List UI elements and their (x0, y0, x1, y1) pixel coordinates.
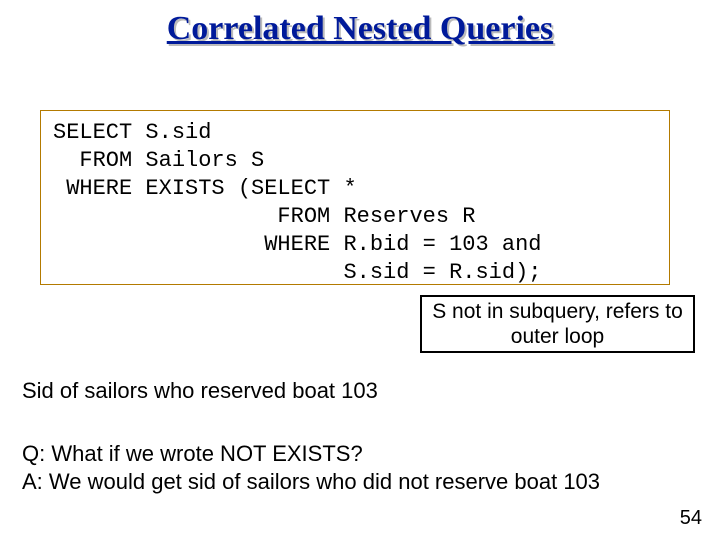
code-line-1: SELECT S.sid (53, 120, 211, 145)
callout-text: S not in subquery, refers to outer loop (428, 299, 687, 349)
code-line-4: FROM Reserves R (53, 204, 475, 229)
description-text: Sid of sailors who reserved boat 103 (22, 378, 378, 404)
question-text: Q: What if we wrote NOT EXISTS? (22, 440, 600, 468)
code-line-5: WHERE R.bid = 103 and (53, 232, 541, 257)
code-line-6: S.sid = R.sid); (53, 260, 541, 285)
qa-block: Q: What if we wrote NOT EXISTS? A: We wo… (22, 440, 600, 496)
callout-box: S not in subquery, refers to outer loop (420, 295, 695, 353)
slide-title: Correlated Nested Queries (0, 10, 720, 48)
page-number: 54 (680, 507, 702, 530)
code-line-3: WHERE EXISTS (SELECT * (53, 176, 357, 201)
slide: Correlated Nested Queries SELECT S.sid F… (0, 0, 720, 540)
answer-text: A: We would get sid of sailors who did n… (22, 468, 600, 496)
sql-code-box: SELECT S.sid FROM Sailors S WHERE EXISTS… (40, 110, 670, 285)
sql-code: SELECT S.sid FROM Sailors S WHERE EXISTS… (53, 119, 657, 287)
code-line-2: FROM Sailors S (53, 148, 264, 173)
